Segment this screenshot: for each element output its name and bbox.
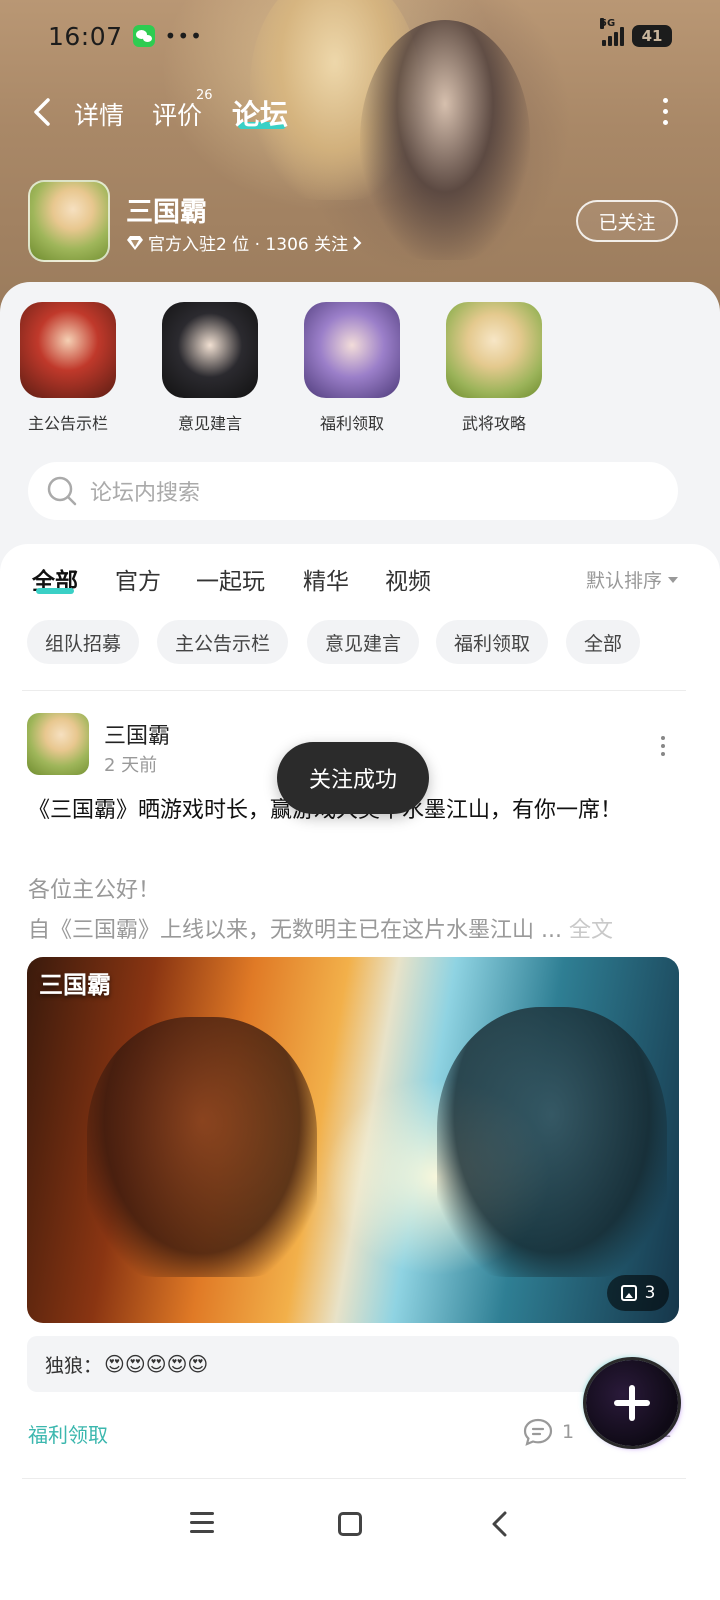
- board-icon: [162, 302, 258, 398]
- board-welfare[interactable]: 福利领取: [287, 302, 417, 434]
- more-dots-icon: •••: [164, 24, 203, 48]
- post-board-tag[interactable]: 福利领取: [28, 1419, 108, 1448]
- comment-button[interactable]: 1: [522, 1416, 574, 1448]
- vertical-dots-icon[interactable]: [660, 98, 670, 126]
- top-nav: 详情 评价 26 论坛: [0, 88, 720, 136]
- caret-down-icon: [668, 576, 679, 583]
- comment-preview[interactable]: 独狼： 😍😍😍😍😍: [27, 1336, 679, 1392]
- status-bar: 16:07 ••• 5G 41: [0, 14, 720, 58]
- diamond-icon: [127, 235, 143, 250]
- tab-official[interactable]: 官方: [115, 562, 161, 596]
- post-excerpt-ellipsis: ...: [534, 918, 569, 943]
- toast-message: 关注成功: [277, 742, 429, 814]
- filter-chip[interactable]: 意见建言: [307, 620, 420, 664]
- board-label: 意见建言: [177, 414, 242, 433]
- battery-icon: 41: [632, 25, 672, 47]
- post-excerpt: 各位主公好！: [28, 878, 161, 903]
- image-warrior-right: [437, 1007, 667, 1277]
- board-icon: [304, 302, 400, 398]
- post-excerpt-text: 自《三国霸》上线以来，无数明主已在这片水墨江山: [28, 918, 535, 943]
- sort-label: 默认排序: [586, 570, 663, 592]
- filter-chip[interactable]: 全部: [566, 620, 641, 664]
- divider: [22, 690, 686, 691]
- tab-detail[interactable]: 详情: [74, 96, 124, 132]
- game-meta-link[interactable]: 官方入驻2 位 · 1306 关注: [126, 230, 362, 255]
- network-label: 5G: [600, 18, 616, 29]
- tab-video[interactable]: 视频: [385, 562, 431, 596]
- plus-icon: [614, 1385, 650, 1421]
- board-label: 福利领取: [319, 414, 384, 433]
- board-suggestions[interactable]: 意见建言: [145, 302, 275, 434]
- post-author-name[interactable]: 三国霸: [104, 718, 170, 750]
- system-nav-bar: [0, 1490, 720, 1560]
- game-title: 三国霸: [126, 197, 207, 228]
- image-icon: [620, 1285, 637, 1301]
- tab-forum[interactable]: 论坛: [232, 93, 288, 133]
- search-placeholder: 论坛内搜索: [90, 481, 201, 506]
- post-image[interactable]: 三国霸 3: [27, 957, 679, 1323]
- board-icon: [20, 302, 116, 398]
- image-count: 3: [644, 1283, 656, 1303]
- review-count-badge: 26: [196, 88, 213, 103]
- comment-icon: [523, 1418, 553, 1446]
- comment-count: 1: [562, 1421, 575, 1443]
- game-meta-text: 官方入驻2 位 · 1306 关注: [148, 235, 349, 255]
- image-warrior-left: [87, 1017, 317, 1277]
- home-icon[interactable]: [338, 1512, 362, 1536]
- chevron-right-icon: [353, 235, 362, 250]
- post-author-avatar[interactable]: [27, 713, 89, 775]
- image-count-badge: 3: [607, 1275, 669, 1311]
- board-label: 武将攻略: [461, 414, 526, 433]
- board-icon: [446, 302, 542, 398]
- back-icon[interactable]: [488, 1510, 512, 1538]
- filter-chip[interactable]: 组队招募: [27, 620, 140, 664]
- divider: [22, 1478, 686, 1479]
- active-tab-indicator: [36, 588, 74, 594]
- status-time: 16:07: [48, 21, 123, 51]
- read-full-link[interactable]: 全文: [569, 918, 613, 943]
- sort-dropdown[interactable]: 默认排序: [586, 566, 679, 593]
- forum-search-input[interactable]: 论坛内搜索: [28, 462, 678, 520]
- tab-play-together[interactable]: 一起玩: [196, 562, 265, 596]
- wechat-icon: [132, 25, 155, 47]
- commenter-name: 独狼：: [45, 1354, 103, 1377]
- search-icon: [47, 476, 77, 506]
- followed-button[interactable]: 已关注: [576, 200, 678, 242]
- comment-emoji: 😍😍😍😍😍: [104, 1352, 209, 1376]
- filter-chip[interactable]: 福利领取: [436, 620, 549, 664]
- tab-review[interactable]: 评价: [152, 96, 202, 132]
- board-label: 主公告示栏: [27, 414, 108, 433]
- post-more-icon[interactable]: [660, 736, 666, 756]
- board-hero-guides[interactable]: 武将攻略: [429, 302, 559, 434]
- game-icon[interactable]: [28, 180, 110, 262]
- create-post-button[interactable]: [586, 1360, 678, 1446]
- board-announcements[interactable]: 主公告示栏: [3, 302, 133, 434]
- post-timestamp: 2 天前: [104, 755, 158, 776]
- menu-icon[interactable]: [190, 1512, 214, 1534]
- chevron-left-icon[interactable]: [30, 96, 58, 128]
- image-logo: 三国霸: [39, 970, 111, 999]
- tab-featured[interactable]: 精华: [303, 562, 349, 596]
- board-shortcuts: 主公告示栏 意见建言 福利领取 武将攻略: [0, 302, 720, 442]
- post-excerpt-2: 自《三国霸》上线以来，无数明主已在这片水墨江山 ... 全文: [28, 912, 668, 944]
- signal-icon: 5G: [600, 18, 624, 46]
- filter-chip[interactable]: 主公告示栏: [157, 620, 289, 664]
